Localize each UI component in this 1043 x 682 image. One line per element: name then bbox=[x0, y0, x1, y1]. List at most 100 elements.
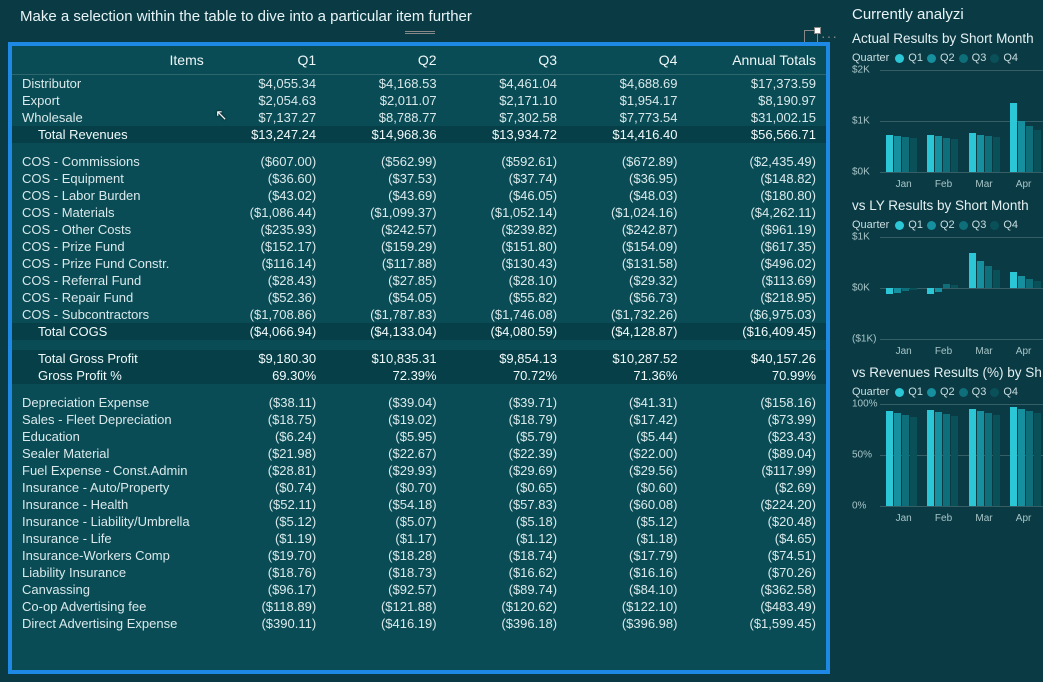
bar[interactable] bbox=[1034, 130, 1041, 172]
bar[interactable] bbox=[910, 417, 917, 506]
pnl-table[interactable]: ItemsQ1Q2Q3Q4Annual Totals Distributor$4… bbox=[12, 46, 826, 632]
bar[interactable] bbox=[894, 136, 901, 172]
table-row[interactable]: COS - Prize Fund($152.17)($159.29)($151.… bbox=[12, 238, 826, 255]
column-header-q1[interactable]: Q1 bbox=[216, 46, 326, 75]
column-header-q4[interactable]: Q4 bbox=[567, 46, 687, 75]
table-row[interactable]: Insurance - Auto/Property($0.74)($0.70)(… bbox=[12, 479, 826, 496]
legend-item[interactable]: Q1 bbox=[908, 386, 923, 398]
bar[interactable] bbox=[969, 133, 976, 172]
bar[interactable] bbox=[1026, 126, 1033, 172]
legend-item[interactable]: Q2 bbox=[940, 219, 955, 231]
bar[interactable] bbox=[977, 135, 984, 172]
table-row[interactable]: COS - Commissions($607.00)($562.99)($592… bbox=[12, 153, 826, 170]
table-row[interactable]: Co-op Advertising fee($118.89)($121.88)(… bbox=[12, 598, 826, 615]
table-row[interactable]: COS - Other Costs($235.93)($242.57)($239… bbox=[12, 221, 826, 238]
bar-group[interactable] bbox=[967, 133, 1002, 172]
table-row[interactable]: Sealer Material($21.98)($22.67)($22.39)(… bbox=[12, 445, 826, 462]
bar[interactable] bbox=[951, 285, 958, 288]
mini-chart[interactable]: vs Revenues Results (%) by ShQuarterQ1Q2… bbox=[848, 365, 1043, 524]
legend-item[interactable]: Q2 bbox=[940, 386, 955, 398]
legend-item[interactable]: Q1 bbox=[908, 219, 923, 231]
bar[interactable] bbox=[943, 414, 950, 506]
bar[interactable] bbox=[993, 415, 1000, 506]
bar[interactable] bbox=[1010, 103, 1017, 172]
legend-swatch-q3[interactable] bbox=[959, 221, 968, 230]
legend-item[interactable]: Q3 bbox=[972, 386, 987, 398]
table-row[interactable]: Wholesale$7,137.27$8,788.77$7,302.58$7,7… bbox=[12, 109, 826, 126]
bar[interactable] bbox=[985, 413, 992, 506]
table-row[interactable]: COS - Labor Burden($43.02)($43.69)($46.0… bbox=[12, 187, 826, 204]
chart-legend[interactable]: QuarterQ1Q2Q3Q4 bbox=[852, 52, 1043, 64]
bar-group[interactable] bbox=[967, 409, 1002, 506]
table-row[interactable]: Liability Insurance($18.76)($18.73)($16.… bbox=[12, 564, 826, 581]
table-row[interactable]: Export$2,054.63$2,011.07$2,171.10$1,954.… bbox=[12, 92, 826, 109]
bar-group[interactable] bbox=[884, 411, 919, 506]
legend-item[interactable]: Q3 bbox=[972, 52, 987, 64]
table-row[interactable]: Insurance - Health($52.11)($54.18)($57.8… bbox=[12, 496, 826, 513]
legend-item[interactable]: Q4 bbox=[1003, 386, 1018, 398]
bar[interactable] bbox=[935, 136, 942, 172]
bar[interactable] bbox=[927, 288, 934, 294]
bar[interactable] bbox=[902, 288, 909, 291]
chart-legend[interactable]: QuarterQ1Q2Q3Q4 bbox=[852, 219, 1043, 231]
table-row[interactable]: Total COGS($4,066.94)($4,133.04)($4,080.… bbox=[12, 323, 826, 340]
bar[interactable] bbox=[886, 411, 893, 506]
legend-swatch-q2[interactable] bbox=[927, 221, 936, 230]
legend-swatch-q1[interactable] bbox=[895, 221, 904, 230]
bar[interactable] bbox=[1034, 413, 1041, 506]
legend-swatch-q3[interactable] bbox=[959, 54, 968, 63]
legend-swatch-q4[interactable] bbox=[990, 388, 999, 397]
table-row[interactable]: COS - Prize Fund Constr.($116.14)($117.8… bbox=[12, 255, 826, 272]
bar[interactable] bbox=[935, 412, 942, 506]
mini-chart[interactable]: Actual Results by Short MonthQuarterQ1Q2… bbox=[848, 31, 1043, 190]
table-row[interactable]: COS - Materials($1,086.44)($1,099.37)($1… bbox=[12, 204, 826, 221]
table-row[interactable]: Total Gross Profit$9,180.30$10,835.31$9,… bbox=[12, 350, 826, 367]
bar[interactable] bbox=[1018, 276, 1025, 288]
bar[interactable] bbox=[1026, 411, 1033, 506]
bar[interactable] bbox=[910, 288, 917, 290]
bar-group[interactable] bbox=[884, 288, 919, 339]
bar[interactable] bbox=[969, 253, 976, 288]
mini-chart[interactable]: vs LY Results by Short MonthQuarterQ1Q2Q… bbox=[848, 198, 1043, 357]
table-row[interactable]: COS - Equipment($36.60)($37.53)($37.74)(… bbox=[12, 170, 826, 187]
bar[interactable] bbox=[894, 413, 901, 506]
bar-group[interactable] bbox=[1008, 272, 1043, 339]
bar[interactable] bbox=[969, 409, 976, 506]
bar[interactable] bbox=[977, 261, 984, 288]
legend-swatch-q4[interactable] bbox=[990, 54, 999, 63]
table-row[interactable]: Insurance-Workers Comp($19.70)($18.28)($… bbox=[12, 547, 826, 564]
table-row[interactable]: Gross Profit %69.30%72.39%70.72%71.36%70… bbox=[12, 367, 826, 384]
bar[interactable] bbox=[985, 266, 992, 288]
bar[interactable] bbox=[894, 288, 901, 293]
bar-group[interactable] bbox=[925, 135, 960, 172]
column-header-q2[interactable]: Q2 bbox=[326, 46, 446, 75]
bar[interactable] bbox=[977, 411, 984, 506]
column-header-items[interactable]: Items bbox=[12, 46, 216, 75]
table-row[interactable]: Canvassing($96.17)($92.57)($89.74)($84.1… bbox=[12, 581, 826, 598]
column-header-q3[interactable]: Q3 bbox=[447, 46, 567, 75]
column-header-annual-totals[interactable]: Annual Totals bbox=[687, 46, 826, 75]
bar[interactable] bbox=[910, 138, 917, 172]
bar[interactable] bbox=[985, 136, 992, 172]
legend-swatch-q2[interactable] bbox=[927, 54, 936, 63]
table-row[interactable]: Insurance - Life($1.19)($1.17)($1.12)($1… bbox=[12, 530, 826, 547]
bar[interactable] bbox=[951, 416, 958, 506]
bar[interactable] bbox=[1018, 409, 1025, 506]
legend-item[interactable]: Q4 bbox=[1003, 52, 1018, 64]
legend-swatch-q3[interactable] bbox=[959, 388, 968, 397]
bar-group[interactable] bbox=[967, 253, 1002, 339]
bar[interactable] bbox=[943, 138, 950, 172]
table-row[interactable]: COS - Subcontractors($1,708.86)($1,787.8… bbox=[12, 306, 826, 323]
bar[interactable] bbox=[902, 415, 909, 506]
bar[interactable] bbox=[951, 139, 958, 172]
bar-group[interactable] bbox=[1008, 103, 1043, 172]
bar[interactable] bbox=[943, 284, 950, 288]
drag-handle[interactable] bbox=[405, 30, 435, 34]
pnl-table-visual[interactable]: ItemsQ1Q2Q3Q4Annual Totals Distributor$4… bbox=[8, 42, 830, 674]
table-row[interactable]: Education($6.24)($5.95)($5.79)($5.44)($2… bbox=[12, 428, 826, 445]
bar-group[interactable] bbox=[884, 135, 919, 172]
bar[interactable] bbox=[1018, 121, 1025, 172]
bar[interactable] bbox=[993, 270, 1000, 288]
bar[interactable] bbox=[935, 288, 942, 292]
table-row[interactable]: Sales - Fleet Depreciation($18.75)($19.0… bbox=[12, 411, 826, 428]
